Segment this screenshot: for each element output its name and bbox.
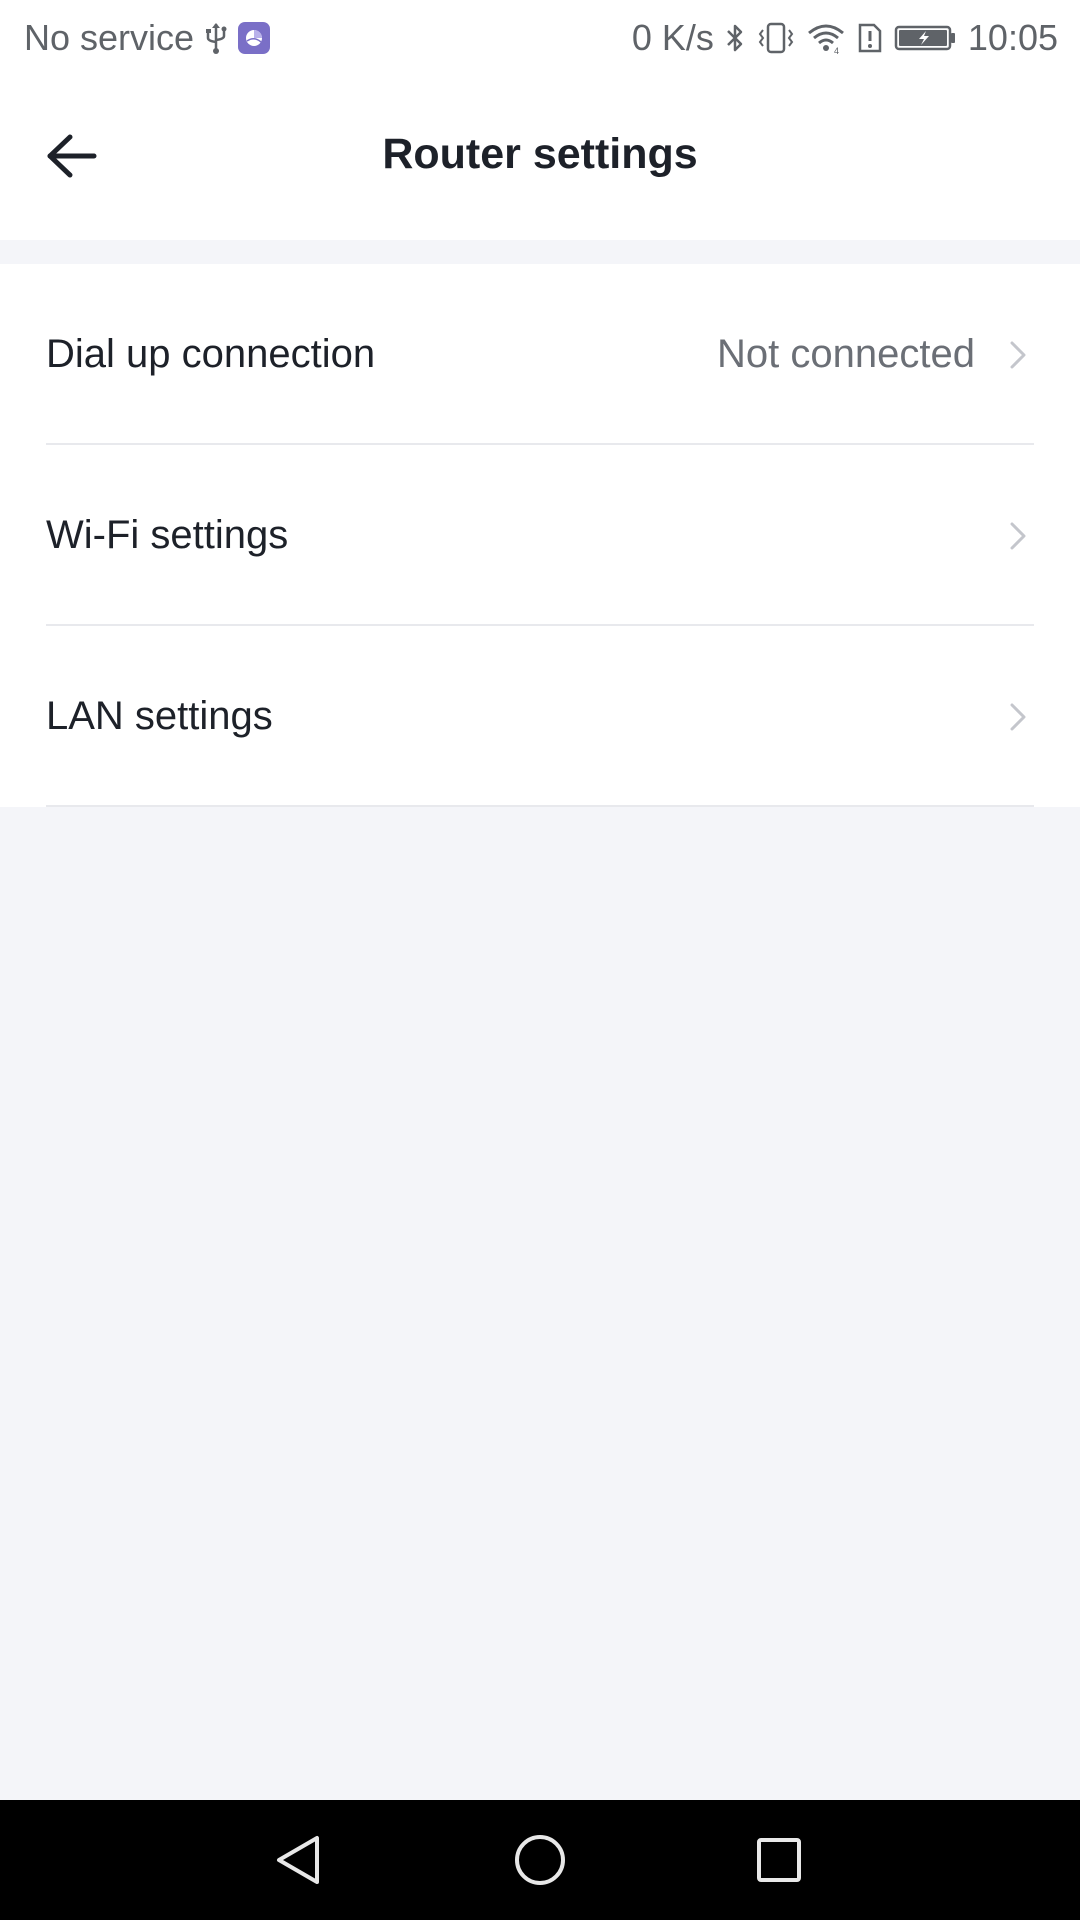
- net-speed-text: 0 K/s: [631, 17, 714, 58]
- wifi-icon: 4: [806, 21, 846, 55]
- bluetooth-icon: [724, 21, 746, 55]
- status-left: No service: [24, 0, 280, 76]
- usb-icon: [204, 21, 228, 55]
- page-title: Router settings: [382, 130, 698, 178]
- clock-text: 10:05: [967, 17, 1058, 58]
- nav-recents-button[interactable]: [739, 1820, 819, 1900]
- sim-alert-icon: [856, 21, 884, 55]
- battery-charging-icon: [894, 21, 958, 55]
- list-item-dial-up-connection[interactable]: Dial up connection Not connected: [0, 264, 1080, 445]
- system-nav-bar: [0, 1800, 1080, 1920]
- svg-text:4: 4: [834, 46, 839, 55]
- app-notification-icon: [238, 22, 271, 54]
- status-right: 0 K/s 4 10:05: [622, 0, 1058, 76]
- app-header: Router settings: [0, 76, 1080, 240]
- arrow-left-icon: [47, 134, 97, 178]
- connection-status-value: Not connected: [717, 332, 975, 376]
- status-bar: No service 0 K/s 4 10:05: [0, 0, 1080, 76]
- chevron-right-icon: [1006, 697, 1030, 737]
- nav-back-button[interactable]: [259, 1820, 339, 1900]
- list-item-label: Dial up connection: [46, 332, 376, 376]
- chevron-right-icon: [1006, 516, 1030, 556]
- list-item-label: Wi-Fi settings: [46, 513, 289, 557]
- chevron-right-icon: [1006, 335, 1030, 375]
- settings-list: Dial up connection Not connected Wi-Fi s…: [0, 264, 1080, 807]
- list-item-label: LAN settings: [46, 694, 273, 738]
- carrier-text: No service: [24, 17, 195, 58]
- home-circle-icon: [515, 1835, 565, 1885]
- list-item-wifi-settings[interactable]: Wi-Fi settings: [0, 445, 1080, 626]
- nav-home-button[interactable]: [500, 1820, 580, 1900]
- vibrate-icon: [756, 21, 796, 55]
- list-item-lan-settings[interactable]: LAN settings: [0, 626, 1080, 807]
- back-triangle-icon: [277, 1836, 319, 1884]
- back-button[interactable]: [30, 116, 110, 196]
- recents-square-icon: [757, 1838, 801, 1882]
